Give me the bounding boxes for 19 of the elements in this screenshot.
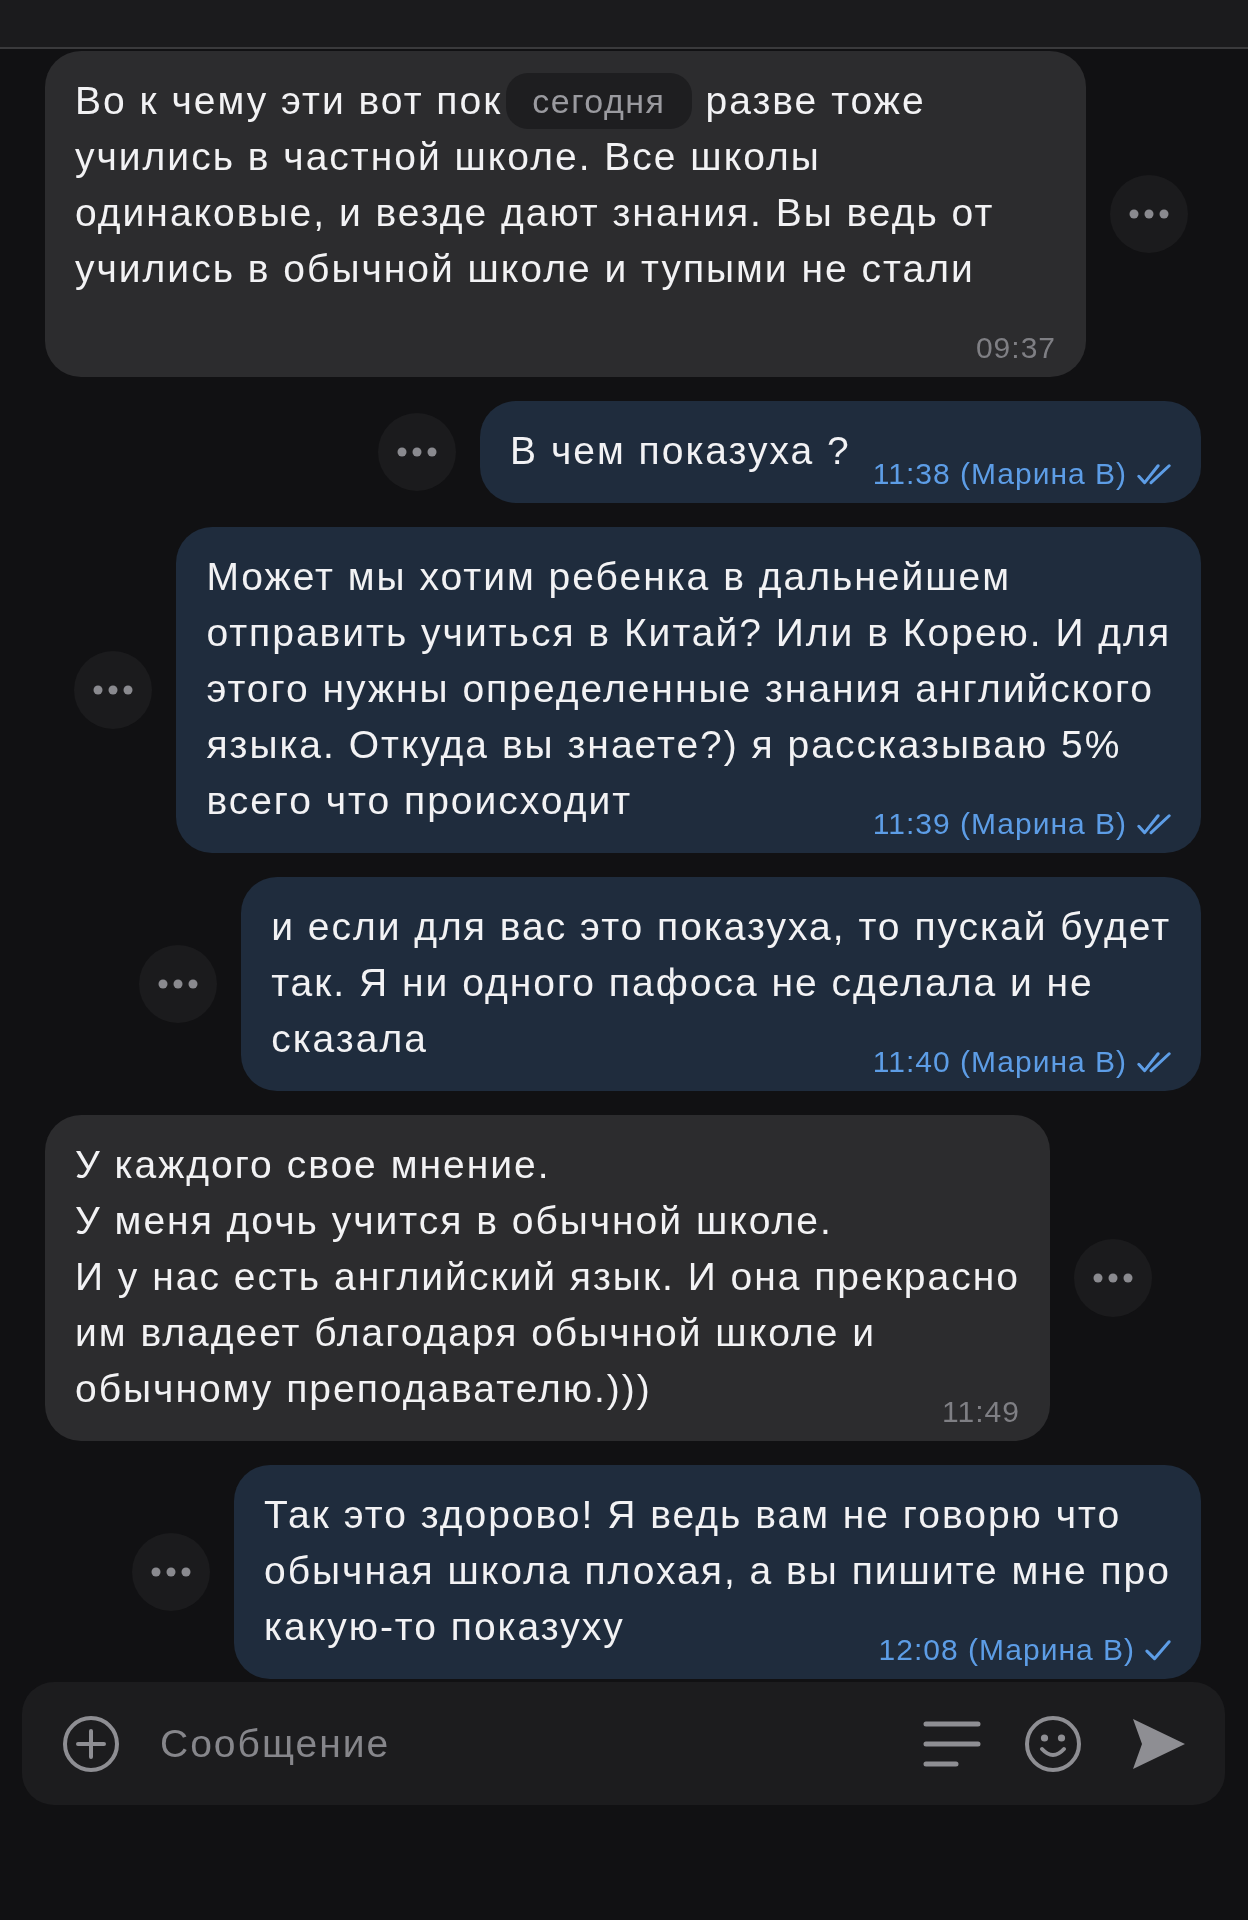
message-text: Во к чему эти вот пок [75, 78, 503, 124]
more-icon [397, 447, 438, 457]
more-icon [1129, 209, 1169, 219]
message-composer[interactable]: Сообщение [22, 1682, 1225, 1805]
message-input[interactable]: Сообщение [160, 1713, 878, 1774]
message-text: разве тоже [705, 78, 926, 124]
message-time: 11:38 (Марина В) [872, 457, 1127, 491]
text-lines-icon[interactable] [923, 1720, 981, 1767]
date-pill: сегодня [506, 73, 692, 129]
smiley-icon[interactable] [1025, 1715, 1081, 1772]
more-icon [1092, 1273, 1133, 1283]
message-text: учились в частной школе. Все школы одинаковые, и везде дают знания. Вы ведь от учились в обычной школе и тупыми не стали [75, 135, 995, 290]
add-icon[interactable] [63, 1715, 119, 1772]
message-time: 09:37 [975, 331, 1056, 365]
more-icon [93, 685, 134, 695]
more-icon [151, 1567, 191, 1577]
send-icon[interactable] [1132, 1717, 1186, 1770]
more-icon [158, 979, 199, 989]
message-text: В чем показуха ? [510, 429, 851, 472]
